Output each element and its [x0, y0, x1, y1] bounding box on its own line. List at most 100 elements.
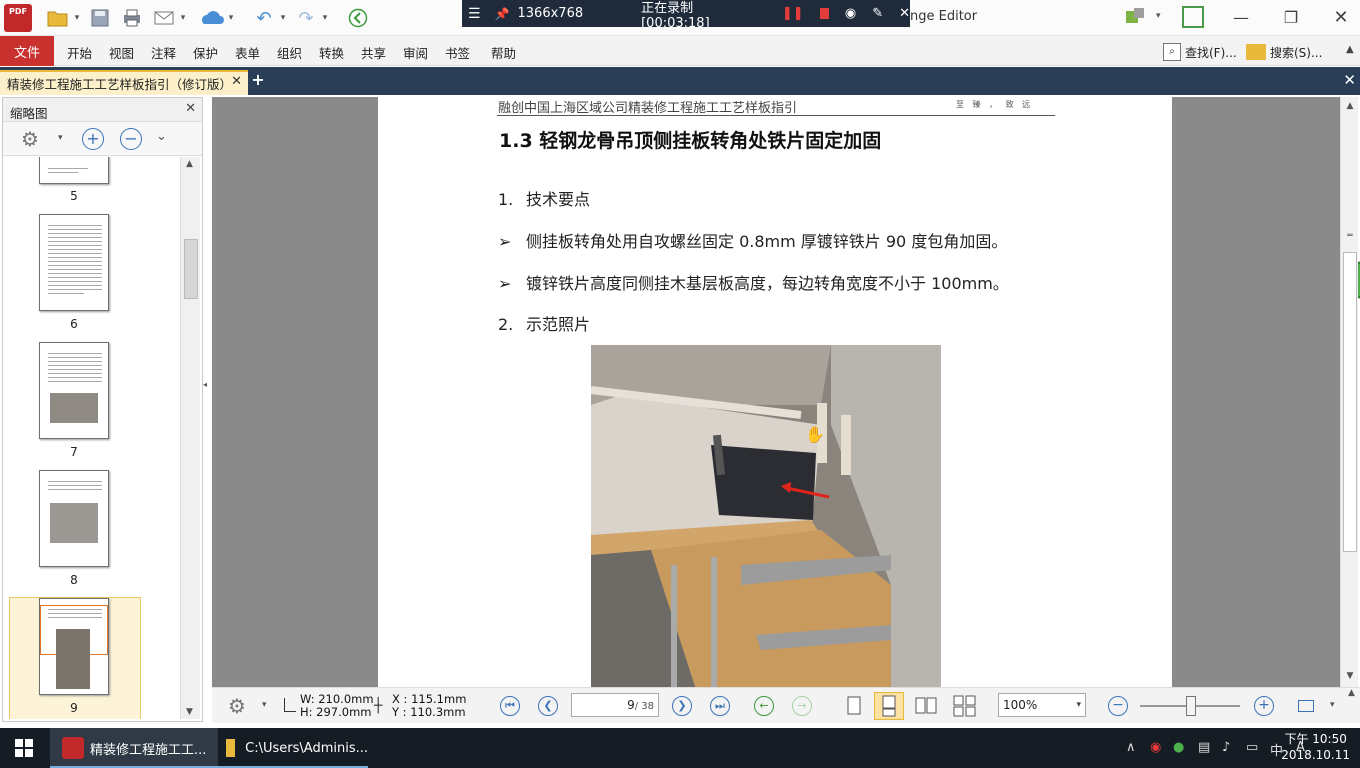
menu-view[interactable]: 视图 — [109, 43, 134, 62]
back-icon[interactable] — [344, 4, 372, 32]
status-options-icon[interactable]: ⚙ — [228, 694, 246, 718]
system-clock[interactable]: 下午 10:50 2018.10.11 — [1281, 731, 1350, 763]
zoom-out-button[interactable]: − — [1108, 696, 1128, 716]
next-page-button[interactable]: ❯ — [672, 696, 692, 716]
document-scrollbar[interactable]: ▲ ═ ▼ — [1340, 97, 1358, 687]
close-panel-icon[interactable]: ✕ — [185, 101, 196, 116]
restore-button[interactable]: ❐ — [1266, 0, 1316, 34]
redo-icon[interactable]: ↷ — [292, 4, 320, 32]
menu-protect[interactable]: 保护 — [193, 43, 218, 62]
open-folder-icon[interactable] — [44, 4, 72, 32]
tray-expand-icon[interactable]: ∧ — [1126, 740, 1136, 755]
close-all-tabs-icon[interactable]: ✕ — [1343, 71, 1356, 89]
menu-form[interactable]: 表单 — [235, 43, 260, 62]
menu-home[interactable]: 开始 — [67, 43, 92, 62]
save-icon[interactable] — [86, 4, 114, 32]
first-page-button[interactable]: ⏮ — [500, 696, 520, 716]
close-window-button[interactable]: ✕ — [1316, 0, 1360, 34]
thumbnail-options-dropdown-icon[interactable]: ▾ — [58, 133, 63, 143]
undo-dropdown-icon[interactable]: ▾ — [278, 13, 288, 23]
page-number-input[interactable]: 9/ 38 — [571, 693, 659, 717]
taskbar-explorer[interactable]: C:\Users\Adminis... — [218, 728, 368, 768]
scroll-down-icon[interactable]: ▼ — [186, 707, 193, 717]
document-scroll-thumb[interactable] — [1343, 252, 1357, 552]
search-button[interactable]: 搜索(S)... — [1246, 41, 1322, 63]
thumbnail-page[interactable] — [39, 342, 109, 439]
last-page-button[interactable]: ⏭ — [710, 696, 730, 716]
menu-convert[interactable]: 转换 — [319, 43, 344, 62]
thumbnail-page-current[interactable] — [39, 598, 109, 695]
email-dropdown-icon[interactable]: ▾ — [178, 13, 188, 23]
zoom-value: 100% — [1003, 698, 1038, 712]
status-options-dropdown-icon[interactable]: ▾ — [262, 700, 267, 710]
menu-review[interactable]: 审阅 — [403, 43, 428, 62]
document-viewport[interactable]: 融创中国上海区域公司精装修工程施工工艺样板指引 至 臻 ， 致 远 1.3 轻钢… — [212, 97, 1340, 687]
print-icon[interactable] — [118, 4, 146, 32]
ribbon-collapse-icon[interactable]: ▲ — [1346, 44, 1354, 55]
minimize-button[interactable]: — — [1216, 0, 1266, 34]
zoom-select[interactable]: 100% ▾ — [998, 693, 1086, 717]
continuous-view-icon[interactable] — [874, 692, 904, 720]
close-recorder-icon[interactable]: ✕ — [899, 6, 910, 21]
enlarge-thumbnails-icon[interactable]: + — [82, 128, 104, 150]
fullscreen-icon[interactable] — [1182, 6, 1204, 28]
scroll-up-icon[interactable]: ▲ — [186, 159, 193, 169]
stop-recording-icon[interactable] — [819, 8, 829, 19]
tray-chat-icon[interactable]: ● — [1173, 740, 1184, 755]
email-icon[interactable] — [150, 4, 178, 32]
zoom-in-button[interactable]: + — [1254, 696, 1274, 716]
cloud-dropdown-icon[interactable]: ▾ — [226, 13, 236, 23]
redo-dropdown-icon[interactable]: ▾ — [320, 13, 330, 23]
thumbnail-scroll-thumb[interactable] — [184, 239, 198, 299]
taskbar-pdf-editor[interactable]: 精装修工程施工工... — [50, 728, 218, 768]
panel-splitter[interactable]: ◂ — [203, 380, 209, 440]
facing-view-icon[interactable] — [914, 694, 938, 718]
cloud-upload-icon[interactable] — [198, 4, 226, 32]
tray-record-icon[interactable]: ◉ — [1150, 740, 1161, 755]
open-dropdown-icon[interactable]: ▾ — [72, 13, 82, 23]
tray-network-icon[interactable]: ▤ — [1198, 740, 1210, 755]
expand-panel-icon[interactable]: ⌄ — [156, 129, 167, 144]
pen-icon[interactable]: ✎ — [872, 6, 883, 21]
start-button[interactable] — [0, 728, 48, 768]
thumbnail-options-icon[interactable]: ⚙ — [21, 127, 39, 151]
thumbnail-page[interactable] — [39, 157, 109, 184]
tray-monitor-icon[interactable]: ▭ — [1246, 740, 1258, 755]
layout-tools-icon[interactable] — [1124, 7, 1146, 27]
pause-recording-icon[interactable]: ❚❚ — [782, 6, 804, 21]
status-collapse-icon[interactable]: ▲ — [1348, 688, 1355, 698]
menu-comment[interactable]: 注释 — [151, 43, 176, 62]
scroll-up-icon[interactable]: ▲ — [1344, 101, 1356, 115]
menu-share[interactable]: 共享 — [361, 43, 386, 62]
zoom-dropdown-icon[interactable]: ▾ — [1076, 694, 1081, 716]
page-split-icon[interactable]: ═ — [1344, 231, 1356, 245]
menu-file[interactable]: 文件 — [0, 36, 54, 66]
app-logo[interactable]: PDF — [4, 4, 32, 32]
menu-icon[interactable]: ☰ — [468, 6, 481, 22]
previous-view-button[interactable]: ← — [754, 696, 774, 716]
pin-icon[interactable]: 📌 — [495, 7, 510, 21]
menu-organize[interactable]: 组织 — [277, 43, 302, 62]
continuous-facing-view-icon[interactable] — [952, 694, 976, 718]
thumbnail-page[interactable] — [39, 470, 109, 567]
camera-icon[interactable]: ◉ — [845, 6, 856, 21]
scroll-down-icon[interactable]: ▼ — [1344, 671, 1356, 685]
tray-volume-icon[interactable]: ♪ — [1222, 740, 1230, 755]
menu-help[interactable]: 帮助 — [491, 43, 516, 62]
thumbnail-scrollbar[interactable]: ▲ ▼ — [180, 157, 200, 719]
fit-dropdown-icon[interactable]: ▾ — [1330, 700, 1335, 710]
zoom-slider-handle[interactable] — [1186, 696, 1196, 716]
menu-bookmark[interactable]: 书签 — [445, 43, 470, 62]
new-tab-icon[interactable]: + — [250, 72, 266, 88]
layout-dropdown-icon[interactable]: ▾ — [1156, 11, 1161, 21]
single-page-view-icon[interactable] — [842, 694, 866, 718]
thumbnail-page[interactable] — [39, 214, 109, 311]
previous-page-button[interactable]: ❮ — [538, 696, 558, 716]
document-tab[interactable]: 精装修工程施工工艺样板指引（修订版） ✕ — [0, 70, 248, 95]
next-view-button[interactable]: → — [792, 696, 812, 716]
find-button[interactable]: ⌕ 查找(F)... — [1163, 41, 1237, 63]
undo-icon[interactable]: ↶ — [250, 4, 278, 32]
reduce-thumbnails-icon[interactable]: − — [120, 128, 142, 150]
fit-page-icon[interactable] — [1298, 700, 1314, 712]
close-tab-icon[interactable]: ✕ — [231, 74, 242, 89]
